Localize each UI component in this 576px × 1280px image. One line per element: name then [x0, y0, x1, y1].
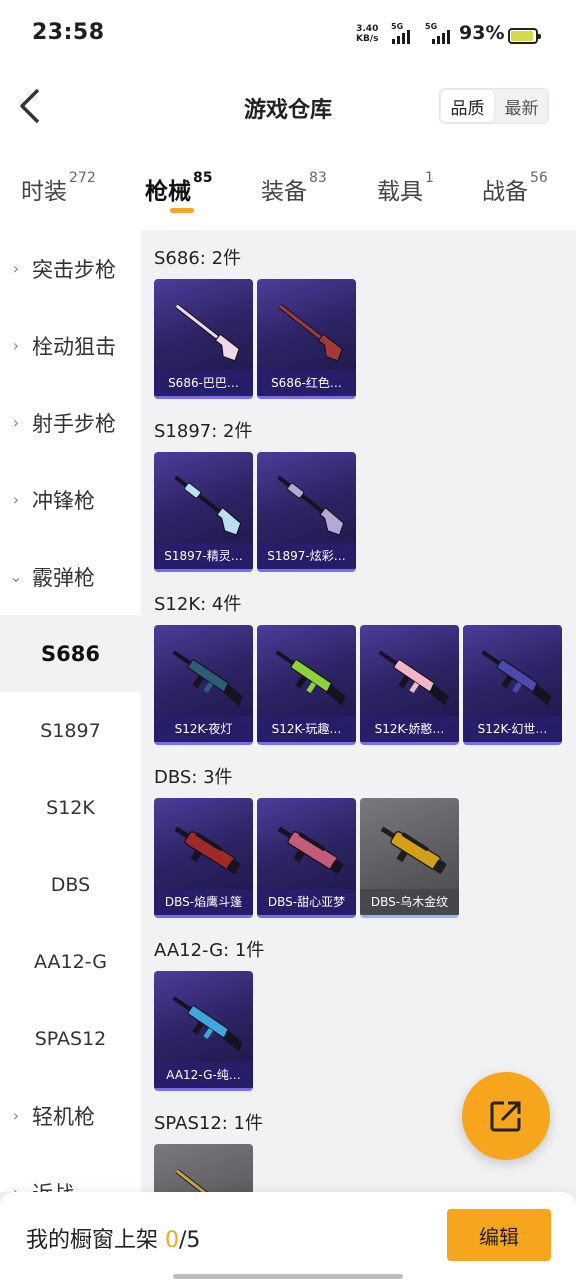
weapon-card-name: S12K-娇憨…	[360, 716, 459, 742]
sidebar-item[interactable]: AA12-G	[0, 923, 141, 1000]
share-icon	[490, 1101, 521, 1132]
group-title: S12K: 4件	[154, 594, 242, 615]
tab-equipment[interactable]: 装备83	[261, 170, 327, 206]
weapon-card-name: S686-巴巴…	[154, 370, 253, 396]
tab-count: 85	[193, 170, 213, 186]
weapon-card-name: S12K-幻世…	[463, 716, 562, 742]
sidebar-item-label: DBS	[50, 873, 91, 896]
battery-percent: 93%	[459, 22, 505, 44]
share-button[interactable]	[462, 1072, 550, 1160]
sort-option-latest[interactable]: 最新	[495, 89, 548, 123]
sidebar-item-label: S12K	[46, 796, 95, 819]
signal-icon-2	[432, 28, 450, 44]
weapon-card-name: S686-红色…	[257, 370, 356, 396]
bottom-bar: 我的橱窗上架 0/5 编辑	[0, 1192, 576, 1280]
tab-count: 56	[530, 170, 548, 186]
sidebar-item-label: AA12-G	[34, 950, 107, 973]
sidebar-item[interactable]: S12K	[0, 769, 141, 846]
chevron-right-icon: ›	[12, 336, 20, 355]
weapon-card[interactable]: AA12-G-纯…	[154, 971, 253, 1091]
weapon-card-name: S12K-玩趣…	[257, 716, 356, 742]
weapon-card[interactable]: S12K-夜灯	[154, 625, 253, 745]
sidebar-item-label: 轻机枪	[32, 1104, 95, 1129]
app-header: 游戏仓库 品质 最新	[0, 62, 576, 152]
sidebar-item[interactable]: ›近战	[0, 1154, 141, 1193]
sidebar-item-label: 霰弹枪	[32, 565, 95, 590]
weapon-card[interactable]: S12K-娇憨…	[360, 625, 459, 745]
weapon-card[interactable]: DBS-焰鹰斗篷	[154, 798, 253, 918]
chevron-right-icon: ›	[12, 259, 20, 278]
sidebar-item-label: SPAS12	[34, 1027, 107, 1050]
group-title: S1897: 2件	[154, 421, 253, 442]
weapon-card[interactable]: S686-红色…	[257, 279, 356, 399]
chevron-right-icon: ›	[0, 1183, 32, 1192]
group-title: DBS: 3件	[154, 767, 233, 788]
weapon-card-name: S1897-炫彩…	[257, 543, 356, 569]
sidebar-item-label: S686	[41, 641, 100, 666]
sidebar-item[interactable]: › 轻机枪	[0, 1077, 141, 1154]
sidebar-item[interactable]: › 冲锋枪	[0, 461, 141, 538]
battery-icon	[508, 28, 541, 44]
weapon-card[interactable]: DBS-甜心亚梦	[257, 798, 356, 918]
status-bar: 23:58 3.40 KB/s 5G 5G 93%	[0, 0, 576, 62]
chevron-right-icon: ›	[12, 490, 20, 509]
shelf-status: 我的橱窗上架 0/5	[26, 1228, 201, 1253]
weapon-card-name: AA12-G-纯…	[154, 1062, 253, 1088]
chevron-right-icon: ›	[12, 1106, 20, 1125]
network-speed: 3.40 KB/s	[356, 24, 379, 44]
tab-vehicles[interactable]: 载具1	[377, 170, 434, 206]
sort-option-quality[interactable]: 品质	[441, 90, 494, 122]
tab-count: 272	[69, 170, 96, 186]
tab-count: 1	[425, 170, 434, 186]
shelf-total: /5	[179, 1228, 201, 1253]
active-tab-indicator	[170, 208, 194, 213]
weapon-card[interactable]: DBS-乌木金纹	[360, 798, 459, 918]
sidebar-item[interactable]: DBS	[0, 846, 141, 923]
signal-icon	[392, 28, 410, 44]
weapon-card-name: DBS-焰鹰斗篷	[154, 889, 253, 915]
weapon-card-name: DBS-乌木金纹	[360, 889, 459, 915]
tab-supplies[interactable]: 战备56	[482, 170, 548, 206]
status-time: 23:58	[32, 20, 105, 45]
sidebar-item[interactable]: SPAS12	[0, 1000, 141, 1077]
sidebar-item-label: 冲锋枪	[32, 488, 95, 513]
weapon-card-name: S1897-精灵…	[154, 543, 253, 569]
group-title: AA12-G: 1件	[154, 940, 265, 961]
home-indicator[interactable]	[173, 1274, 403, 1279]
sidebar-item-label: 栓动狙击	[32, 334, 116, 359]
category-tabs: 时装272 枪械85 装备83 载具1 战备56	[0, 152, 576, 230]
sidebar-item[interactable]: › 射手步枪	[0, 384, 141, 461]
sidebar-item[interactable]: ⌄ 霰弹枪	[0, 538, 141, 615]
sidebar-item-label: S1897	[40, 719, 101, 742]
weapon-card[interactable]: S1897-炫彩…	[257, 452, 356, 572]
weapon-card[interactable]: S1897-精灵…	[154, 452, 253, 572]
sidebar-item[interactable]: S686	[0, 615, 141, 692]
weapon-type-sidebar: › 突击步枪 › 栓动狙击 › 射手步枪 › 冲锋枪 ⌄ 霰弹枪 S686 S1897 S12K DBS A…	[0, 230, 141, 1192]
weapon-grid: S686: 2件 S686-巴巴… S686-红色… S1897: 2件 S189…	[141, 230, 576, 1192]
sidebar-item-label: 近战	[32, 1178, 74, 1193]
chevron-right-icon: ›	[12, 413, 20, 432]
group-title: SPAS12: 1件	[154, 1113, 264, 1134]
sidebar-item[interactable]: S1897	[0, 692, 141, 769]
weapon-card-name: DBS-甜心亚梦	[257, 889, 356, 915]
weapon-card-name: S12K-夜灯	[154, 716, 253, 742]
sidebar-item-label: 射手步枪	[32, 411, 116, 436]
sidebar-item[interactable]: › 突击步枪	[0, 230, 141, 307]
chevron-down-icon: ⌄	[9, 567, 23, 586]
weapon-card[interactable]: S12K-玩趣…	[257, 625, 356, 745]
group-title: S686: 2件	[154, 248, 242, 269]
tab-fashion[interactable]: 时装272	[21, 170, 96, 206]
weapon-card[interactable]: S686-巴巴…	[154, 279, 253, 399]
tab-firearms[interactable]: 枪械85	[145, 170, 213, 206]
tab-count: 83	[309, 170, 327, 186]
weapon-card[interactable]: S12K-幻世…	[463, 625, 562, 745]
weapon-card[interactable]	[154, 1144, 253, 1192]
sidebar-item-label: 突击步枪	[32, 257, 116, 282]
sidebar-item[interactable]: › 栓动狙击	[0, 307, 141, 384]
edit-button[interactable]: 编辑	[447, 1209, 551, 1261]
shelf-count: 0	[165, 1228, 180, 1253]
sort-toggle: 品质 最新	[439, 88, 549, 124]
